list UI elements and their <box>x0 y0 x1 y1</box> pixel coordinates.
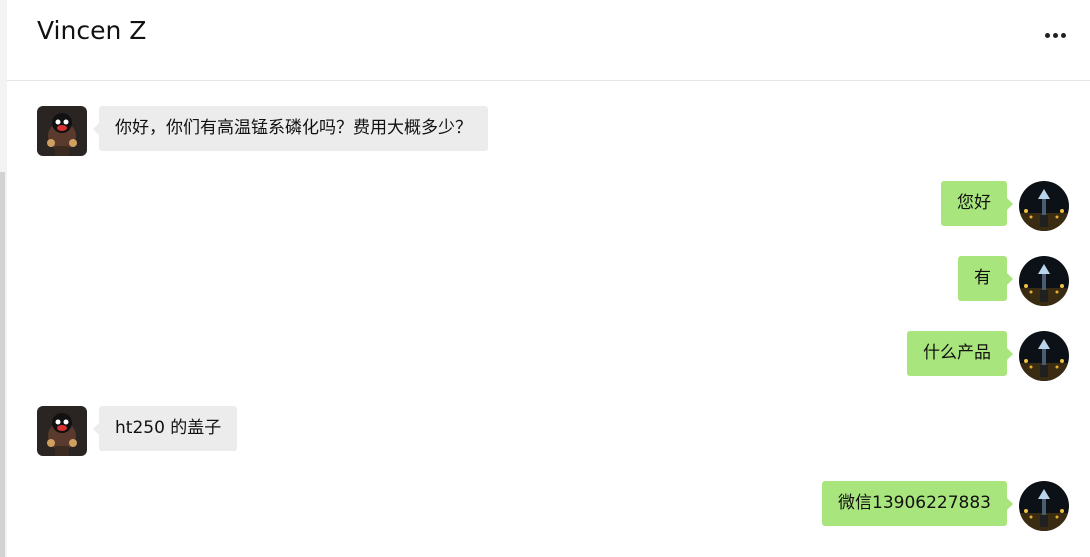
contact-avatar[interactable] <box>37 406 87 456</box>
message-bubble: 什么产品 <box>907 331 1013 376</box>
message-bubble: 你好，你们有高温锰系磷化吗？费用大概多少？ <box>93 106 488 151</box>
contact-name: Vincen Z <box>37 16 147 45</box>
chat-window: Vincen Z 你好，你们有高温锰系磷化吗？费用大概多少？ 您好 有 什么产品… <box>7 0 1090 557</box>
my-avatar[interactable] <box>1019 256 1069 306</box>
contact-avatar[interactable] <box>37 106 87 156</box>
my-avatar[interactable] <box>1019 181 1069 231</box>
message-bubble: 微信13906227883 <box>822 481 1013 526</box>
chat-header: Vincen Z <box>7 0 1090 81</box>
message-bubble: 有 <box>958 256 1013 301</box>
message-bubble: 您好 <box>941 181 1013 226</box>
scrollbar[interactable] <box>0 172 5 557</box>
more-options-icon[interactable] <box>1041 22 1071 48</box>
my-avatar[interactable] <box>1019 481 1069 531</box>
my-avatar[interactable] <box>1019 331 1069 381</box>
message-bubble: ht250 的盖子 <box>92 406 238 451</box>
